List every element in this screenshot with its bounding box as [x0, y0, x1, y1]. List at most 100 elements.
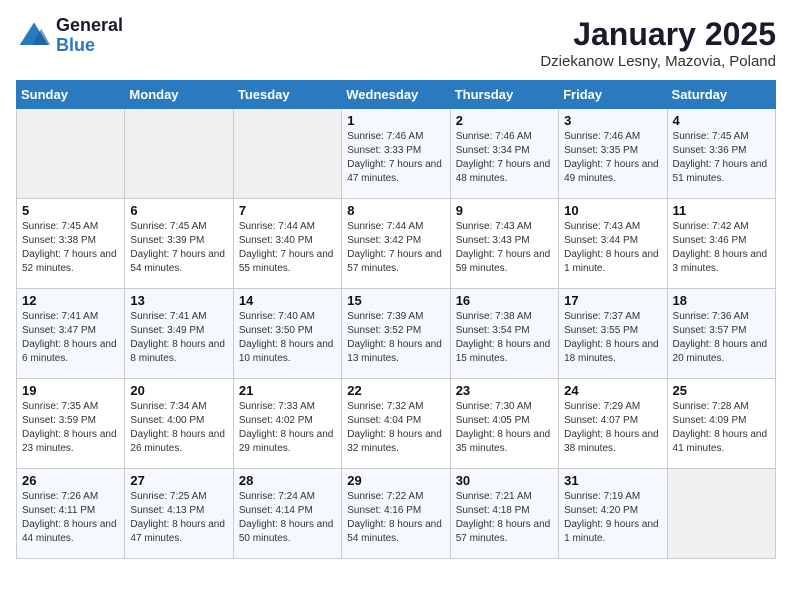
day-number: 25: [673, 383, 770, 398]
cell-content: Sunrise: 7:24 AM Sunset: 4:14 PM Dayligh…: [239, 490, 336, 546]
cell-content: Sunrise: 7:40 AM Sunset: 3:50 PM Dayligh…: [239, 310, 336, 366]
cell-content: Sunrise: 7:41 AM Sunset: 3:49 PM Dayligh…: [130, 310, 227, 366]
day-number: 11: [673, 203, 770, 218]
weekday-header-monday: Monday: [125, 81, 233, 109]
calendar-week-row: 5 Sunrise: 7:45 AM Sunset: 3:38 PM Daylig…: [17, 199, 776, 289]
calendar-week-row: 26 Sunrise: 7:26 AM Sunset: 4:11 PM Dayli…: [17, 469, 776, 559]
logo-blue-text: Blue: [56, 36, 123, 56]
cell-content: Sunrise: 7:43 AM Sunset: 3:43 PM Dayligh…: [456, 220, 553, 276]
logo: General Blue: [16, 16, 123, 56]
calendar-cell: 1 Sunrise: 7:46 AM Sunset: 3:33 PM Daylig…: [342, 109, 450, 199]
weekday-header-sunday: Sunday: [17, 81, 125, 109]
calendar-cell: 11 Sunrise: 7:42 AM Sunset: 3:46 PM Dayli…: [667, 199, 775, 289]
cell-content: Sunrise: 7:43 AM Sunset: 3:44 PM Dayligh…: [564, 220, 661, 276]
cell-content: Sunrise: 7:45 AM Sunset: 3:39 PM Dayligh…: [130, 220, 227, 276]
cell-content: Sunrise: 7:26 AM Sunset: 4:11 PM Dayligh…: [22, 490, 119, 546]
day-number: 1: [347, 113, 444, 128]
day-number: 7: [239, 203, 336, 218]
cell-content: Sunrise: 7:35 AM Sunset: 3:59 PM Dayligh…: [22, 400, 119, 456]
day-number: 8: [347, 203, 444, 218]
day-number: 31: [564, 473, 661, 488]
day-number: 23: [456, 383, 553, 398]
title-block: January 2025 Dziekanow Lesny, Mazovia, P…: [540, 16, 776, 70]
calendar-cell: [233, 109, 341, 199]
cell-content: Sunrise: 7:33 AM Sunset: 4:02 PM Dayligh…: [239, 400, 336, 456]
calendar-cell: 6 Sunrise: 7:45 AM Sunset: 3:39 PM Daylig…: [125, 199, 233, 289]
calendar-cell: 28Sunrise: 7:24 AM Sunset: 4:14 PM Dayli…: [233, 469, 341, 559]
day-number: 21: [239, 383, 336, 398]
calendar-cell: 27 Sunrise: 7:25 AM Sunset: 4:13 PM Dayli…: [125, 469, 233, 559]
calendar-cell: 24Sunrise: 7:29 AM Sunset: 4:07 PM Dayli…: [559, 379, 667, 469]
day-number: 6: [130, 203, 227, 218]
calendar-cell: 23 Sunrise: 7:30 AM Sunset: 4:05 PM Dayli…: [450, 379, 558, 469]
calendar-cell: 4 Sunrise: 7:45 AM Sunset: 3:36 PM Daylig…: [667, 109, 775, 199]
cell-content: Sunrise: 7:46 AM Sunset: 3:35 PM Dayligh…: [564, 130, 661, 186]
day-number: 13: [130, 293, 227, 308]
day-number: 20: [130, 383, 227, 398]
calendar-cell: 7 Sunrise: 7:44 AM Sunset: 3:40 PM Daylig…: [233, 199, 341, 289]
cell-content: Sunrise: 7:30 AM Sunset: 4:05 PM Dayligh…: [456, 400, 553, 456]
calendar-cell: [17, 109, 125, 199]
calendar-cell: 20 Sunrise: 7:34 AM Sunset: 4:00 PM Dayli…: [125, 379, 233, 469]
calendar-cell: 15Sunrise: 7:39 AM Sunset: 3:52 PM Dayli…: [342, 289, 450, 379]
calendar-cell: 26 Sunrise: 7:26 AM Sunset: 4:11 PM Dayli…: [17, 469, 125, 559]
month-title: January 2025: [540, 16, 776, 53]
cell-content: Sunrise: 7:46 AM Sunset: 3:34 PM Dayligh…: [456, 130, 553, 186]
day-number: 18: [673, 293, 770, 308]
calendar-week-row: 19Sunrise: 7:35 AM Sunset: 3:59 PM Dayli…: [17, 379, 776, 469]
calendar-cell: 14Sunrise: 7:40 AM Sunset: 3:50 PM Dayli…: [233, 289, 341, 379]
cell-content: Sunrise: 7:32 AM Sunset: 4:04 PM Dayligh…: [347, 400, 444, 456]
cell-content: Sunrise: 7:41 AM Sunset: 3:47 PM Dayligh…: [22, 310, 119, 366]
calendar-cell: 18 Sunrise: 7:36 AM Sunset: 3:57 PM Dayli…: [667, 289, 775, 379]
day-number: 26: [22, 473, 119, 488]
calendar-cell: 29 Sunrise: 7:22 AM Sunset: 4:16 PM Dayli…: [342, 469, 450, 559]
calendar-cell: 9 Sunrise: 7:43 AM Sunset: 3:43 PM Daylig…: [450, 199, 558, 289]
calendar-cell: 17Sunrise: 7:37 AM Sunset: 3:55 PM Dayli…: [559, 289, 667, 379]
day-number: 29: [347, 473, 444, 488]
calendar-cell: 21 Sunrise: 7:33 AM Sunset: 4:02 PM Dayli…: [233, 379, 341, 469]
day-number: 30: [456, 473, 553, 488]
day-number: 9: [456, 203, 553, 218]
calendar-cell: 13 Sunrise: 7:41 AM Sunset: 3:49 PM Dayli…: [125, 289, 233, 379]
cell-content: Sunrise: 7:22 AM Sunset: 4:16 PM Dayligh…: [347, 490, 444, 546]
calendar-cell: 5 Sunrise: 7:45 AM Sunset: 3:38 PM Daylig…: [17, 199, 125, 289]
day-number: 15: [347, 293, 444, 308]
calendar-cell: 8 Sunrise: 7:44 AM Sunset: 3:42 PM Daylig…: [342, 199, 450, 289]
day-number: 22: [347, 383, 444, 398]
calendar-table: SundayMondayTuesdayWednesdayThursdayFrid…: [16, 80, 776, 559]
calendar-cell: 10Sunrise: 7:43 AM Sunset: 3:44 PM Dayli…: [559, 199, 667, 289]
day-number: 27: [130, 473, 227, 488]
cell-content: Sunrise: 7:44 AM Sunset: 3:40 PM Dayligh…: [239, 220, 336, 276]
cell-content: Sunrise: 7:42 AM Sunset: 3:46 PM Dayligh…: [673, 220, 770, 276]
day-number: 3: [564, 113, 661, 128]
weekday-header-saturday: Saturday: [667, 81, 775, 109]
calendar-cell: 16Sunrise: 7:38 AM Sunset: 3:54 PM Dayli…: [450, 289, 558, 379]
calendar-cell: 19Sunrise: 7:35 AM Sunset: 3:59 PM Dayli…: [17, 379, 125, 469]
cell-content: Sunrise: 7:37 AM Sunset: 3:55 PM Dayligh…: [564, 310, 661, 366]
calendar-cell: 31Sunrise: 7:19 AM Sunset: 4:20 PM Dayli…: [559, 469, 667, 559]
cell-content: Sunrise: 7:25 AM Sunset: 4:13 PM Dayligh…: [130, 490, 227, 546]
cell-content: Sunrise: 7:28 AM Sunset: 4:09 PM Dayligh…: [673, 400, 770, 456]
day-number: 2: [456, 113, 553, 128]
cell-content: Sunrise: 7:45 AM Sunset: 3:36 PM Dayligh…: [673, 130, 770, 186]
day-number: 5: [22, 203, 119, 218]
cell-content: Sunrise: 7:21 AM Sunset: 4:18 PM Dayligh…: [456, 490, 553, 546]
logo-general-text: General: [56, 16, 123, 36]
day-number: 12: [22, 293, 119, 308]
calendar-cell: 2 Sunrise: 7:46 AM Sunset: 3:34 PM Daylig…: [450, 109, 558, 199]
weekday-header-friday: Friday: [559, 81, 667, 109]
calendar-cell: 12 Sunrise: 7:41 AM Sunset: 3:47 PM Dayli…: [17, 289, 125, 379]
day-number: 4: [673, 113, 770, 128]
location-subtitle: Dziekanow Lesny, Mazovia, Poland: [540, 53, 776, 70]
calendar-cell: 25 Sunrise: 7:28 AM Sunset: 4:09 PM Dayli…: [667, 379, 775, 469]
cell-content: Sunrise: 7:34 AM Sunset: 4:00 PM Dayligh…: [130, 400, 227, 456]
weekday-header-tuesday: Tuesday: [233, 81, 341, 109]
calendar-week-row: 12 Sunrise: 7:41 AM Sunset: 3:47 PM Dayli…: [17, 289, 776, 379]
logo-icon: [16, 18, 52, 54]
cell-content: Sunrise: 7:46 AM Sunset: 3:33 PM Dayligh…: [347, 130, 444, 186]
calendar-cell: 22 Sunrise: 7:32 AM Sunset: 4:04 PM Dayli…: [342, 379, 450, 469]
cell-content: Sunrise: 7:45 AM Sunset: 3:38 PM Dayligh…: [22, 220, 119, 276]
cell-content: Sunrise: 7:36 AM Sunset: 3:57 PM Dayligh…: [673, 310, 770, 366]
calendar-cell: 3 Sunrise: 7:46 AM Sunset: 3:35 PM Daylig…: [559, 109, 667, 199]
cell-content: Sunrise: 7:44 AM Sunset: 3:42 PM Dayligh…: [347, 220, 444, 276]
